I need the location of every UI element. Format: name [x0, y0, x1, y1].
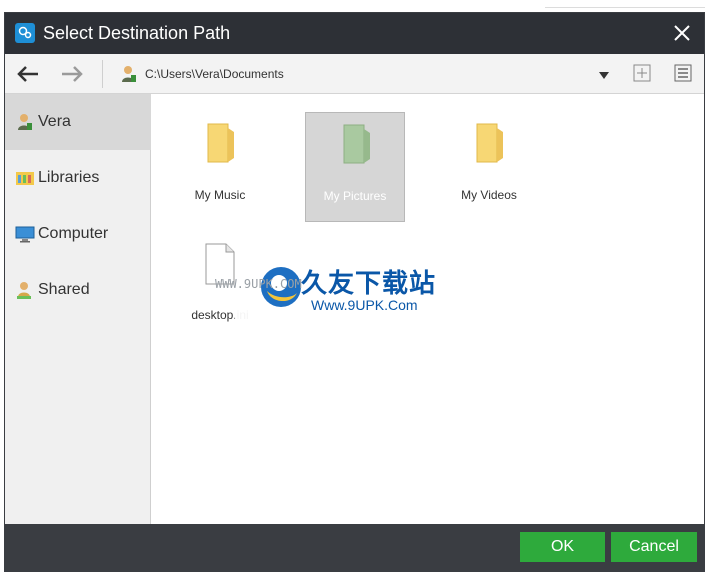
sidebar-item-computer[interactable]: Computer: [5, 206, 151, 262]
watermark-text-cn: 久友下载站: [301, 268, 437, 298]
computer-icon: [15, 224, 35, 244]
close-button[interactable]: [670, 21, 694, 45]
chevron-down-icon: [599, 72, 609, 79]
folder-my-videos[interactable]: My Videos: [439, 112, 539, 222]
sidebar: Vera Libraries Computer Shared: [5, 94, 151, 524]
dialog-title: Select Destination Path: [43, 23, 231, 43]
folder-my-pictures[interactable]: My Pictures: [305, 112, 405, 222]
folder-icon: [469, 120, 509, 166]
arrow-left-icon: [17, 66, 38, 82]
tile-label: My Music: [194, 188, 246, 202]
sidebar-item-libraries[interactable]: Libraries: [5, 150, 151, 206]
sidebar-item-vera[interactable]: Vera: [5, 94, 151, 150]
close-icon: [674, 25, 690, 41]
tile-label: My Pictures: [323, 189, 387, 203]
tile-label: My Videos: [461, 188, 517, 202]
path-dropdown-button[interactable]: [597, 68, 611, 80]
view-mode-button[interactable]: [674, 64, 692, 82]
shared-icon: [15, 280, 35, 300]
watermark-overlay: 久友下载站 Www.9UPK.Com WWW.9UPK.COM: [215, 241, 465, 335]
libraries-icon: [15, 168, 35, 188]
ok-button[interactable]: OK: [520, 532, 605, 562]
folder-my-music[interactable]: My Music: [170, 112, 270, 222]
sidebar-item-label: Vera: [38, 113, 71, 130]
app-icon: [15, 23, 35, 43]
sidebar-item-label: Computer: [38, 225, 109, 242]
user-icon: [15, 112, 35, 132]
watermark-small-text: WWW.9UPK.COM: [215, 277, 302, 291]
new-folder-button[interactable]: [633, 64, 651, 82]
back-button[interactable]: [15, 62, 41, 86]
title-bar: Select Destination Path: [5, 13, 704, 54]
folder-icon: [200, 120, 240, 166]
sidebar-item-label: Shared: [38, 281, 90, 298]
sidebar-item-label: Libraries: [38, 169, 100, 186]
sidebar-item-shared[interactable]: Shared: [5, 262, 151, 318]
list-view-icon: [674, 64, 692, 82]
dialog-footer: OK Cancel: [5, 524, 704, 571]
cancel-button[interactable]: Cancel: [611, 532, 697, 562]
plus-box-icon: [633, 64, 651, 82]
background-window-edge: [545, 0, 705, 8]
toolbar-separator: [102, 60, 103, 88]
path-field[interactable]: C:\Users\Vera\Documents: [145, 67, 284, 81]
user-icon: [119, 64, 139, 84]
arrow-right-icon: [62, 66, 83, 82]
folder-icon: [336, 121, 376, 167]
toolbar: C:\Users\Vera\Documents: [5, 54, 704, 94]
forward-button[interactable]: [59, 62, 85, 86]
watermark-url: Www.9UPK.Com: [311, 297, 418, 313]
